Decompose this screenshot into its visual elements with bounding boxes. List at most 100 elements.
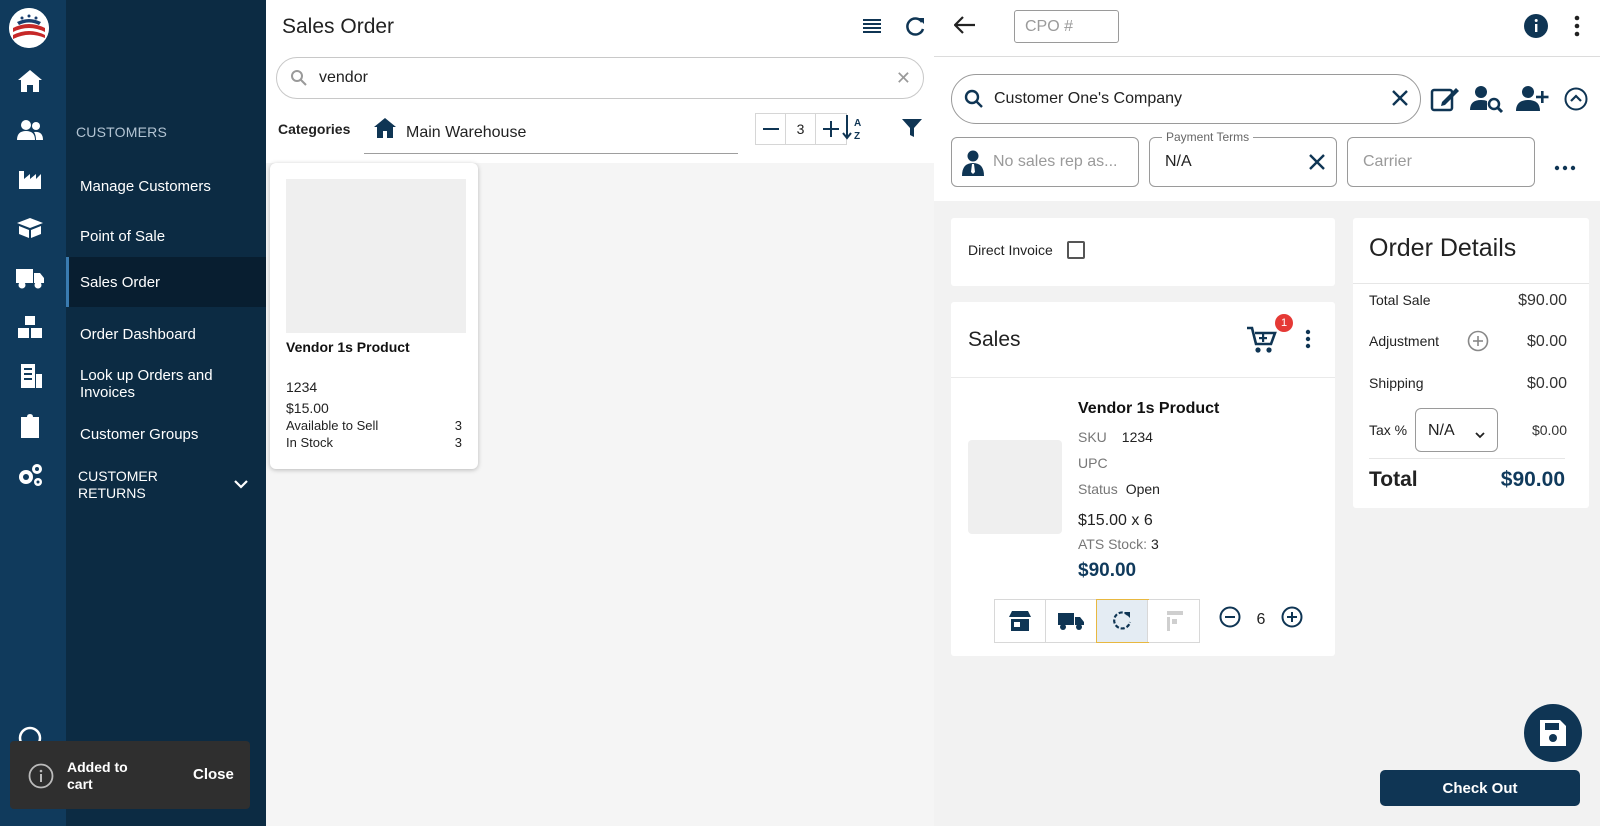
cpo-input[interactable]: CPO # [1014,10,1119,43]
chevron-down-icon[interactable] [234,476,248,494]
search-icon [290,69,308,92]
carrier-placeholder: Carrier [1363,153,1412,170]
payment-terms-value: N/A [1165,153,1192,170]
order-details-panel: Order Details Total Sale $90.00 Adjustme… [1353,218,1589,508]
store-pickup-icon[interactable] [995,600,1046,642]
sidebar-item-customer-groups[interactable]: Customer Groups [66,418,266,450]
sidebar-item-customer-returns[interactable]: CUSTOMER RETURNS [78,468,188,502]
sales-rep-placeholder: No sales rep as... [993,153,1118,170]
svg-text:Z: Z [854,131,860,141]
clear-payment-terms-icon[interactable] [1308,153,1326,176]
sidebar-item-sales-order[interactable]: Sales Order [66,257,266,307]
order-total-label: Total [1369,468,1418,491]
order-panel: CPO # Customer One's Company No sales re… [934,0,1600,826]
invoice-icon[interactable] [14,360,46,392]
sidebar-item-lookup-orders[interactable]: Look up Orders and Invoices [66,364,226,404]
toast-notification: Added to cart Close [10,741,250,809]
line-item-ats-row: ATS Stock: 3 [1078,536,1159,552]
line-item-upc-row: UPC [1078,455,1118,471]
company-logo[interactable] [9,8,49,48]
direct-invoice-checkbox[interactable] [1067,241,1085,259]
order-header: CPO # Customer One's Company No sales re… [934,0,1600,201]
line-item-status-row: Status Open [1078,481,1160,497]
decrease-quantity-icon[interactable] [1219,606,1241,633]
warehouse-name: Main Warehouse [406,124,527,141]
total-sale-row: Total Sale $90.00 [1369,292,1579,309]
factory-icon[interactable] [14,163,46,195]
inventory-boxes-icon[interactable] [14,311,46,343]
ship-truck-icon[interactable] [1046,600,1097,642]
box-icon[interactable] [14,212,46,244]
tax-select[interactable]: N/A [1415,408,1498,452]
sku-label: SKU [1078,429,1107,445]
sidebar-item-order-dashboard[interactable]: Order Dashboard [66,318,266,350]
shipping-row: Shipping $0.00 [1369,375,1579,392]
info-circle-icon[interactable] [1524,14,1548,43]
product-name: Vendor 1s Product [286,339,410,355]
page-title: Sales Order [282,15,395,38]
toast-message: Added to cart [67,759,128,792]
back-arrow-icon[interactable] [953,16,976,39]
filter-icon[interactable] [902,118,922,143]
more-horiz-icon[interactable] [1554,158,1576,176]
tax-value: $0.00 [1531,422,1567,438]
ats-label: ATS Stock: [1078,536,1147,552]
warehouse-selector[interactable]: Main Warehouse [364,114,738,154]
increase-quantity-icon[interactable] [1281,606,1303,633]
list-view-icon[interactable] [862,16,882,41]
line-item-name: Vendor 1s Product [1078,400,1220,417]
instock-value: 3 [454,435,462,450]
customer-search[interactable]: Customer One's Company [951,74,1421,124]
add-customer-icon[interactable] [1516,84,1550,119]
add-adjustment-icon[interactable] [1467,330,1489,355]
fulfillment-options [994,599,1200,643]
refresh-icon[interactable] [904,16,926,43]
adjustment-row: Adjustment $0.00 [1369,330,1579,352]
carrier-field[interactable]: Carrier [1347,137,1535,187]
decrease-columns-button[interactable] [756,114,786,144]
backorder-refresh-icon[interactable] [1096,599,1149,643]
line-item-image [968,440,1062,534]
in-stock-row: In Stock 3 [286,435,462,450]
toast-close-button[interactable]: Close [193,766,234,783]
sort-az-icon[interactable]: AZ [842,115,866,146]
sidebar-item-manage-customers[interactable]: Manage Customers [66,170,266,202]
delivery-truck-icon[interactable] [14,262,46,294]
customers-icon[interactable] [14,114,46,146]
clear-search-icon[interactable]: ✕ [896,68,911,89]
sidebar-item-point-of-sale[interactable]: Point of Sale [66,220,266,252]
payment-terms-field[interactable]: Payment Terms N/A [1149,130,1337,187]
product-sku: 1234 [286,379,318,395]
customer-lookup-icon[interactable] [1470,84,1504,119]
customer-name: Customer One's Company [994,90,1183,107]
sales-title: Sales [968,328,1021,351]
collapse-up-icon[interactable] [1564,87,1588,116]
status-label: Status [1078,481,1118,497]
edit-customer-icon[interactable] [1430,84,1460,119]
sku-value: 1234 [1121,429,1153,445]
home-icon[interactable] [14,65,46,97]
checkout-button[interactable]: Check Out [1380,770,1580,806]
tax-label: Tax % [1369,422,1408,438]
product-card[interactable]: Vendor 1s Product 1234 $15.00 Available … [270,163,478,469]
icon-rail [0,0,66,826]
sales-divider [951,377,1335,378]
sales-more-vert-icon[interactable] [1305,329,1311,354]
more-vert-icon[interactable] [1574,15,1580,42]
clipboard-icon[interactable] [14,410,46,442]
sales-panel: Sales 1 Vendor 1s Product SKU 1234 UPC St… [951,302,1335,656]
header-divider [934,56,1600,57]
cart-icon[interactable] [1247,326,1277,359]
settings-gears-icon[interactable] [14,459,46,491]
line-item-sku-row: SKU 1234 [1078,429,1153,445]
search-input[interactable]: vendor [319,69,368,87]
product-image [286,179,466,333]
save-button[interactable] [1524,704,1582,762]
shipping-label: Shipping [1369,375,1424,391]
sales-rep-field[interactable]: No sales rep as... [951,137,1139,187]
dropship-icon[interactable] [1148,600,1199,642]
info-icon [28,763,54,794]
ats-value: 3 [1150,536,1159,552]
quantity-value[interactable]: 6 [1253,611,1269,629]
clear-customer-icon[interactable] [1389,87,1411,114]
